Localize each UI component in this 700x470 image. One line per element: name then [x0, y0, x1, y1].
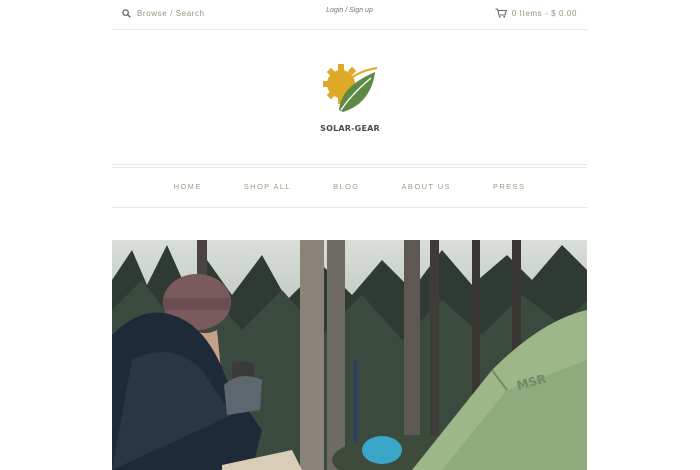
nav-item-press[interactable]: PRESS — [472, 182, 546, 191]
nav-item-home[interactable]: HOME — [153, 182, 223, 191]
cart-link[interactable]: 0 Items - $ 0.00 — [495, 6, 577, 20]
brand-name: SOLAR-GEAR — [320, 124, 380, 133]
cart-summary: 0 Items - $ 0.00 — [511, 8, 577, 18]
top-bar: Browse / Search Login / Sign up 0 Items … — [112, 0, 587, 30]
login-signup-link[interactable]: Login / Sign up — [326, 7, 373, 14]
nav-item-shop-all[interactable]: SHOP ALL — [223, 182, 312, 191]
cart-icon — [495, 8, 507, 18]
nav-item-blog[interactable]: BLOG — [312, 182, 380, 191]
camping-photo: MSR — [112, 240, 587, 470]
hero-image: MSR — [112, 240, 587, 470]
solar-leaf-logo-icon — [323, 64, 378, 112]
brand-logo[interactable]: SOLAR-GEAR — [312, 60, 388, 140]
main-nav: HOME SHOP ALL BLOG ABOUT US PRESS — [112, 164, 587, 208]
nav-item-about-us[interactable]: ABOUT US — [381, 182, 472, 191]
